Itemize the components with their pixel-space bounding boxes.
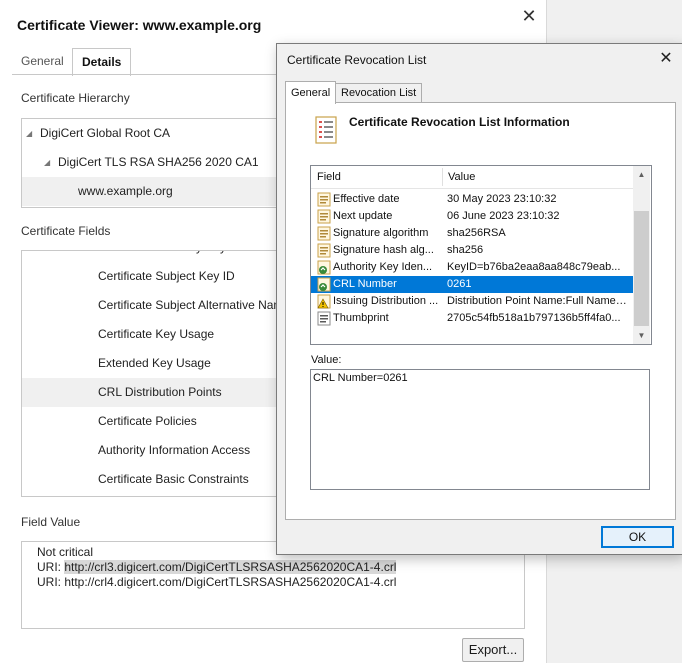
export-button[interactable]: Export...: [462, 638, 524, 662]
list-header: Field Value: [311, 166, 633, 189]
list-item-selected[interactable]: CRL Number 0261: [311, 276, 633, 293]
viewer-title: Certificate Viewer: www.example.org: [17, 17, 262, 33]
crl-fields-list: Field Value Effective date 30 May 2023 2…: [310, 165, 652, 345]
scrollbar-thumb[interactable]: [634, 211, 649, 326]
tab-revocation-list[interactable]: Revocation List: [335, 83, 423, 103]
list-item[interactable]: Certificate Authority Key ID: [22, 251, 278, 262]
value-text: CRL Number=0261: [313, 372, 408, 384]
warning-icon: [317, 294, 331, 309]
value-label: Value:: [311, 354, 342, 366]
list-item[interactable]: Certificate Subject Alternative Name: [22, 291, 278, 320]
tab-details[interactable]: Details: [72, 48, 132, 76]
crl-dialog: Certificate Revocation List ✕ General Re…: [276, 43, 682, 555]
vertical-scrollbar[interactable]: ▲ ▼: [633, 166, 650, 344]
list-item[interactable]: Certificate Subject Key ID: [22, 262, 278, 291]
list-item[interactable]: Authority Information Access: [22, 436, 278, 465]
extension-icon: [317, 260, 331, 275]
field-value-line: URI: http://crl3.digicert.com/DigiCertTL…: [37, 560, 397, 574]
hierarchy-tree: ◢ DigiCert Global Root CA ◢ DigiCert TLS R…: [21, 118, 279, 208]
thumbprint-icon: [317, 311, 331, 326]
ok-button[interactable]: OK: [601, 526, 674, 548]
hierarchy-label: Certificate Hierarchy: [21, 91, 130, 105]
certificate-list-icon: [315, 116, 337, 144]
list-item[interactable]: Certificate Basic Constraints: [22, 465, 278, 494]
scroll-down-arrow-icon[interactable]: ▼: [633, 327, 650, 344]
list-item[interactable]: Issuing Distribution ... Distribution Po…: [311, 293, 633, 310]
expanded-arrow-icon: ◢: [26, 129, 33, 139]
value-textbox[interactable]: CRL Number=0261: [310, 369, 650, 490]
field-icon: [317, 209, 331, 224]
field-icon: [317, 192, 331, 207]
list-item[interactable]: Next update 06 June 2023 23:10:32: [311, 208, 633, 225]
extension-icon: [317, 277, 331, 292]
tab-general[interactable]: General: [12, 48, 73, 74]
list-item[interactable]: Signature algorithm sha256RSA: [311, 225, 633, 242]
close-icon[interactable]: ✕: [657, 50, 675, 68]
dialog-title: Certificate Revocation List: [287, 53, 427, 67]
list-item[interactable]: Authority Key Iden... KeyID=b76ba2eaa8aa…: [311, 259, 633, 276]
field-value-line: URI: http://crl4.digicert.com/DigiCertTL…: [37, 575, 397, 589]
selected-text: http://crl3.digicert.com/DigiCertTLSRSAS…: [64, 560, 397, 574]
list-item[interactable]: Certificate Policies: [22, 407, 278, 436]
fields-label: Certificate Fields: [21, 224, 111, 238]
scroll-up-arrow-icon[interactable]: ▲: [633, 166, 650, 183]
close-icon[interactable]: ✕: [519, 6, 539, 26]
list-item[interactable]: Effective date 30 May 2023 23:10:32: [311, 191, 633, 208]
list-item[interactable]: Extended Key Usage: [22, 349, 278, 378]
dialog-heading: Certificate Revocation List Information: [349, 115, 570, 129]
list-item[interactable]: Thumbprint 2705c54fb518a1b797136b5ff4fa0…: [311, 310, 633, 327]
tree-item-root[interactable]: ◢ DigiCert Global Root CA: [26, 119, 170, 148]
list-item[interactable]: Signature hash alg... sha256: [311, 242, 633, 259]
fields-list: Certificate Authority Key ID Certificate…: [21, 250, 279, 497]
tree-item-intermediate[interactable]: ◢ DigiCert TLS RSA SHA256 2020 CA1: [44, 148, 259, 177]
field-value-label: Field Value: [21, 515, 81, 529]
list-item-selected[interactable]: CRL Distribution Points: [22, 378, 278, 407]
field-value-line: Not critical: [37, 545, 94, 559]
expanded-arrow-icon: ◢: [44, 158, 51, 168]
field-icon: [317, 226, 331, 241]
column-header-field[interactable]: Field: [311, 166, 341, 188]
tab-general[interactable]: General: [285, 81, 337, 104]
tree-item-leaf[interactable]: www.example.org: [22, 177, 278, 206]
list-item[interactable]: Certificate Key Usage: [22, 320, 278, 349]
column-header-value[interactable]: Value: [442, 166, 475, 188]
field-icon: [317, 243, 331, 258]
